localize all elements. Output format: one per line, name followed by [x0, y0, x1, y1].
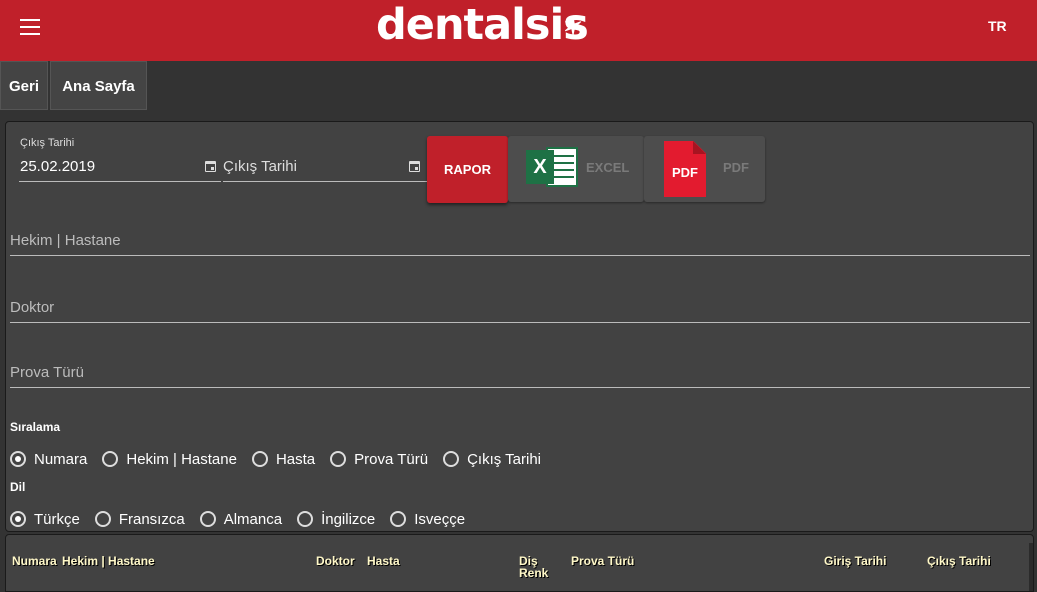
radio-checked-icon[interactable] [10, 511, 26, 527]
sort-radio-clinic[interactable]: Hekim | Hastane [102, 451, 237, 468]
back-button[interactable]: Geri [0, 61, 48, 110]
start-date-input[interactable]: 25.02.2019 [19, 156, 221, 182]
lang-radio-french[interactable]: Fransızca [94, 511, 185, 528]
column-header-doctor[interactable]: Doktor [316, 555, 355, 567]
radio-checked-icon[interactable] [10, 451, 26, 467]
results-table: Numara Hekim | Hastane Doktor Hasta Diş … [5, 534, 1034, 592]
start-date-value: 25.02.2019 [20, 158, 96, 175]
logo-star-icon: ✶ [563, 14, 584, 41]
column-header-trial-type[interactable]: Prova Türü [571, 555, 634, 567]
column-header-patient[interactable]: Hasta [367, 555, 400, 567]
hamburger-menu-icon[interactable] [20, 19, 40, 35]
end-date-input[interactable]: Çıkış Tarihi [223, 156, 427, 182]
radio-icon[interactable] [94, 511, 111, 527]
column-header-clinic[interactable]: Hekim | Hastane [62, 555, 155, 567]
column-header-entry-date[interactable]: Giriş Tarihi [824, 555, 886, 567]
column-header-tooth-color[interactable]: Diş Renk [519, 555, 548, 579]
table-scroll-edge [1029, 543, 1033, 591]
clinic-input[interactable]: Hekim | Hastane [10, 226, 1030, 256]
lang-radio-german[interactable]: Almanca [199, 511, 282, 528]
report-form-panel: Çıkış Tarihi 25.02.2019 Çıkış Tarihi RAP… [5, 121, 1034, 532]
language-switcher[interactable]: TR [988, 18, 1007, 34]
excel-export-button[interactable]: X EXCEL [508, 136, 644, 202]
pdf-icon: PDF [664, 141, 706, 197]
sorting-options: Numara Hekim | Hastane Hasta Prova Türü … [10, 447, 556, 471]
report-button[interactable]: RAPOR [427, 136, 508, 203]
trial-type-input[interactable]: Prova Türü [10, 358, 1030, 388]
radio-icon[interactable] [199, 511, 216, 527]
end-date-placeholder: Çıkış Tarihi [223, 158, 297, 175]
pdf-label: PDF [723, 160, 749, 175]
sort-radio-exit-date[interactable]: Çıkış Tarihi [443, 451, 541, 468]
pdf-export-button[interactable]: PDF PDF [644, 136, 765, 202]
home-button[interactable]: Ana Sayfa [50, 61, 147, 110]
top-bar: dentalsis ✶ TR [0, 0, 1037, 61]
doctor-input[interactable]: Doktor [10, 293, 1030, 323]
column-header-number[interactable]: Numara [12, 555, 57, 567]
language-options: Türkçe Fransızca Almanca İngilizce Isveç… [10, 507, 480, 531]
radio-icon[interactable] [297, 511, 314, 527]
sort-radio-trial-type[interactable]: Prova Türü [330, 451, 428, 468]
lang-radio-swedish[interactable]: Isveççe [390, 511, 465, 528]
date-label: Çıkış Tarihi [20, 137, 75, 149]
radio-icon[interactable] [390, 511, 407, 527]
radio-icon[interactable] [102, 451, 119, 467]
radio-icon[interactable] [443, 451, 460, 467]
excel-label: EXCEL [586, 160, 630, 175]
calendar-icon[interactable] [409, 161, 420, 172]
radio-icon[interactable] [251, 451, 268, 467]
language-label: Dil [10, 480, 26, 494]
sort-radio-number[interactable]: Numara [10, 451, 87, 468]
lang-radio-turkish[interactable]: Türkçe [10, 511, 80, 528]
radio-icon[interactable] [330, 451, 347, 467]
excel-icon: X [526, 146, 580, 190]
calendar-icon[interactable] [205, 161, 216, 172]
logo: dentalsis [376, 0, 589, 50]
sorting-label: Sıralama [10, 420, 61, 434]
column-header-exit-date[interactable]: Çıkış Tarihi [927, 555, 991, 567]
sort-radio-patient[interactable]: Hasta [251, 451, 315, 468]
lang-radio-english[interactable]: İngilizce [297, 511, 375, 528]
